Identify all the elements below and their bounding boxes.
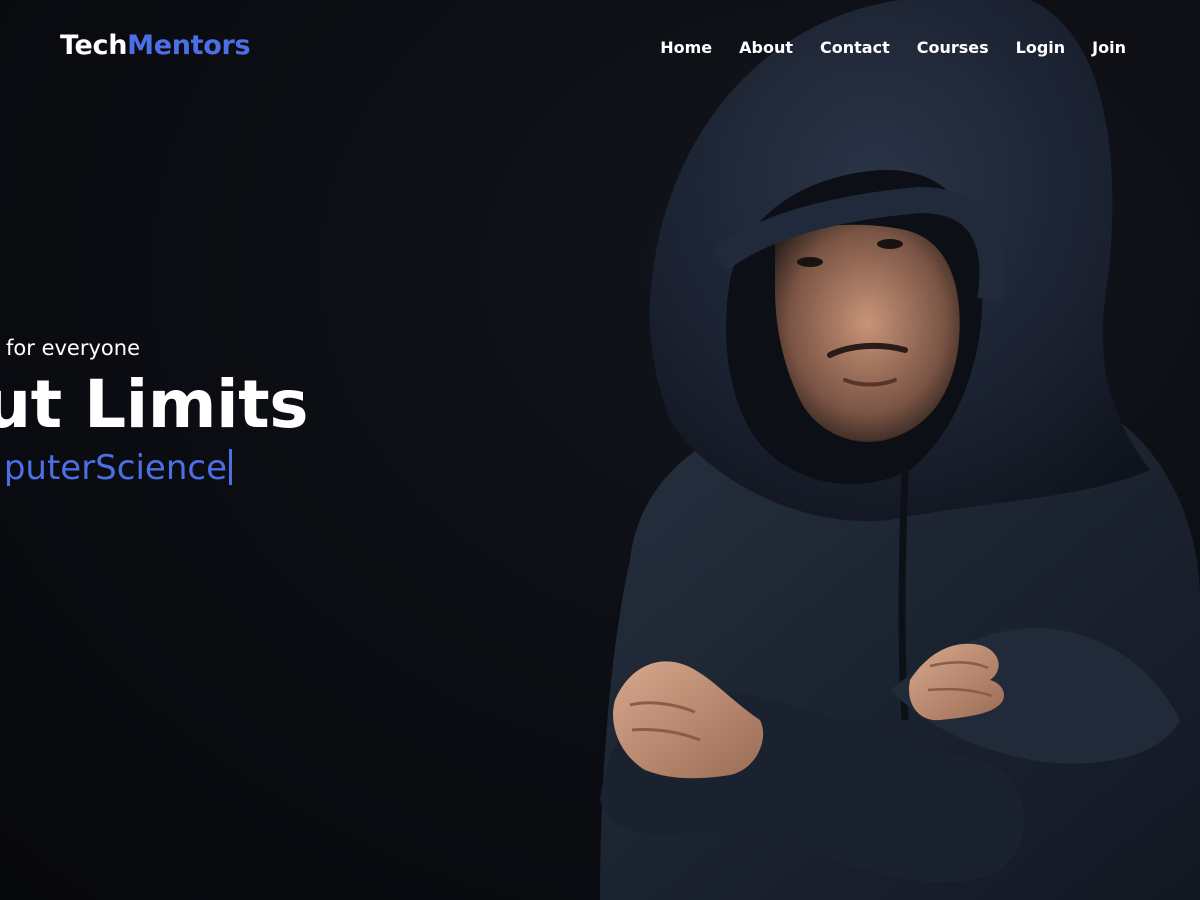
nav-contact-link[interactable]: Contact [820,38,890,57]
hero-typed-text: puterScience [4,448,232,488]
typed-text-value: puterScience [3,448,227,488]
brand-name-part1: Tech [60,30,128,61]
nav-about-link[interactable]: About [739,38,793,57]
hero-subtitle: for everyone [6,336,140,360]
nav-login-link[interactable]: Login [1016,38,1066,57]
hero-title: out Limits [0,366,308,443]
landing-page: TechMentors Home About Contact Courses L… [0,0,1200,900]
hero-section: for everyone out Limits puterScience [0,330,600,500]
brand-name-part2: Mentors [127,30,251,61]
nav-courses-link[interactable]: Courses [917,38,989,57]
typing-cursor [229,449,232,485]
main-nav: Home About Contact Courses Login Join [660,38,1126,57]
hero-person-image [600,0,1200,900]
nav-join-link[interactable]: Join [1092,38,1126,57]
brand-logo[interactable]: TechMentors [60,30,251,61]
nav-home-link[interactable]: Home [660,38,712,57]
